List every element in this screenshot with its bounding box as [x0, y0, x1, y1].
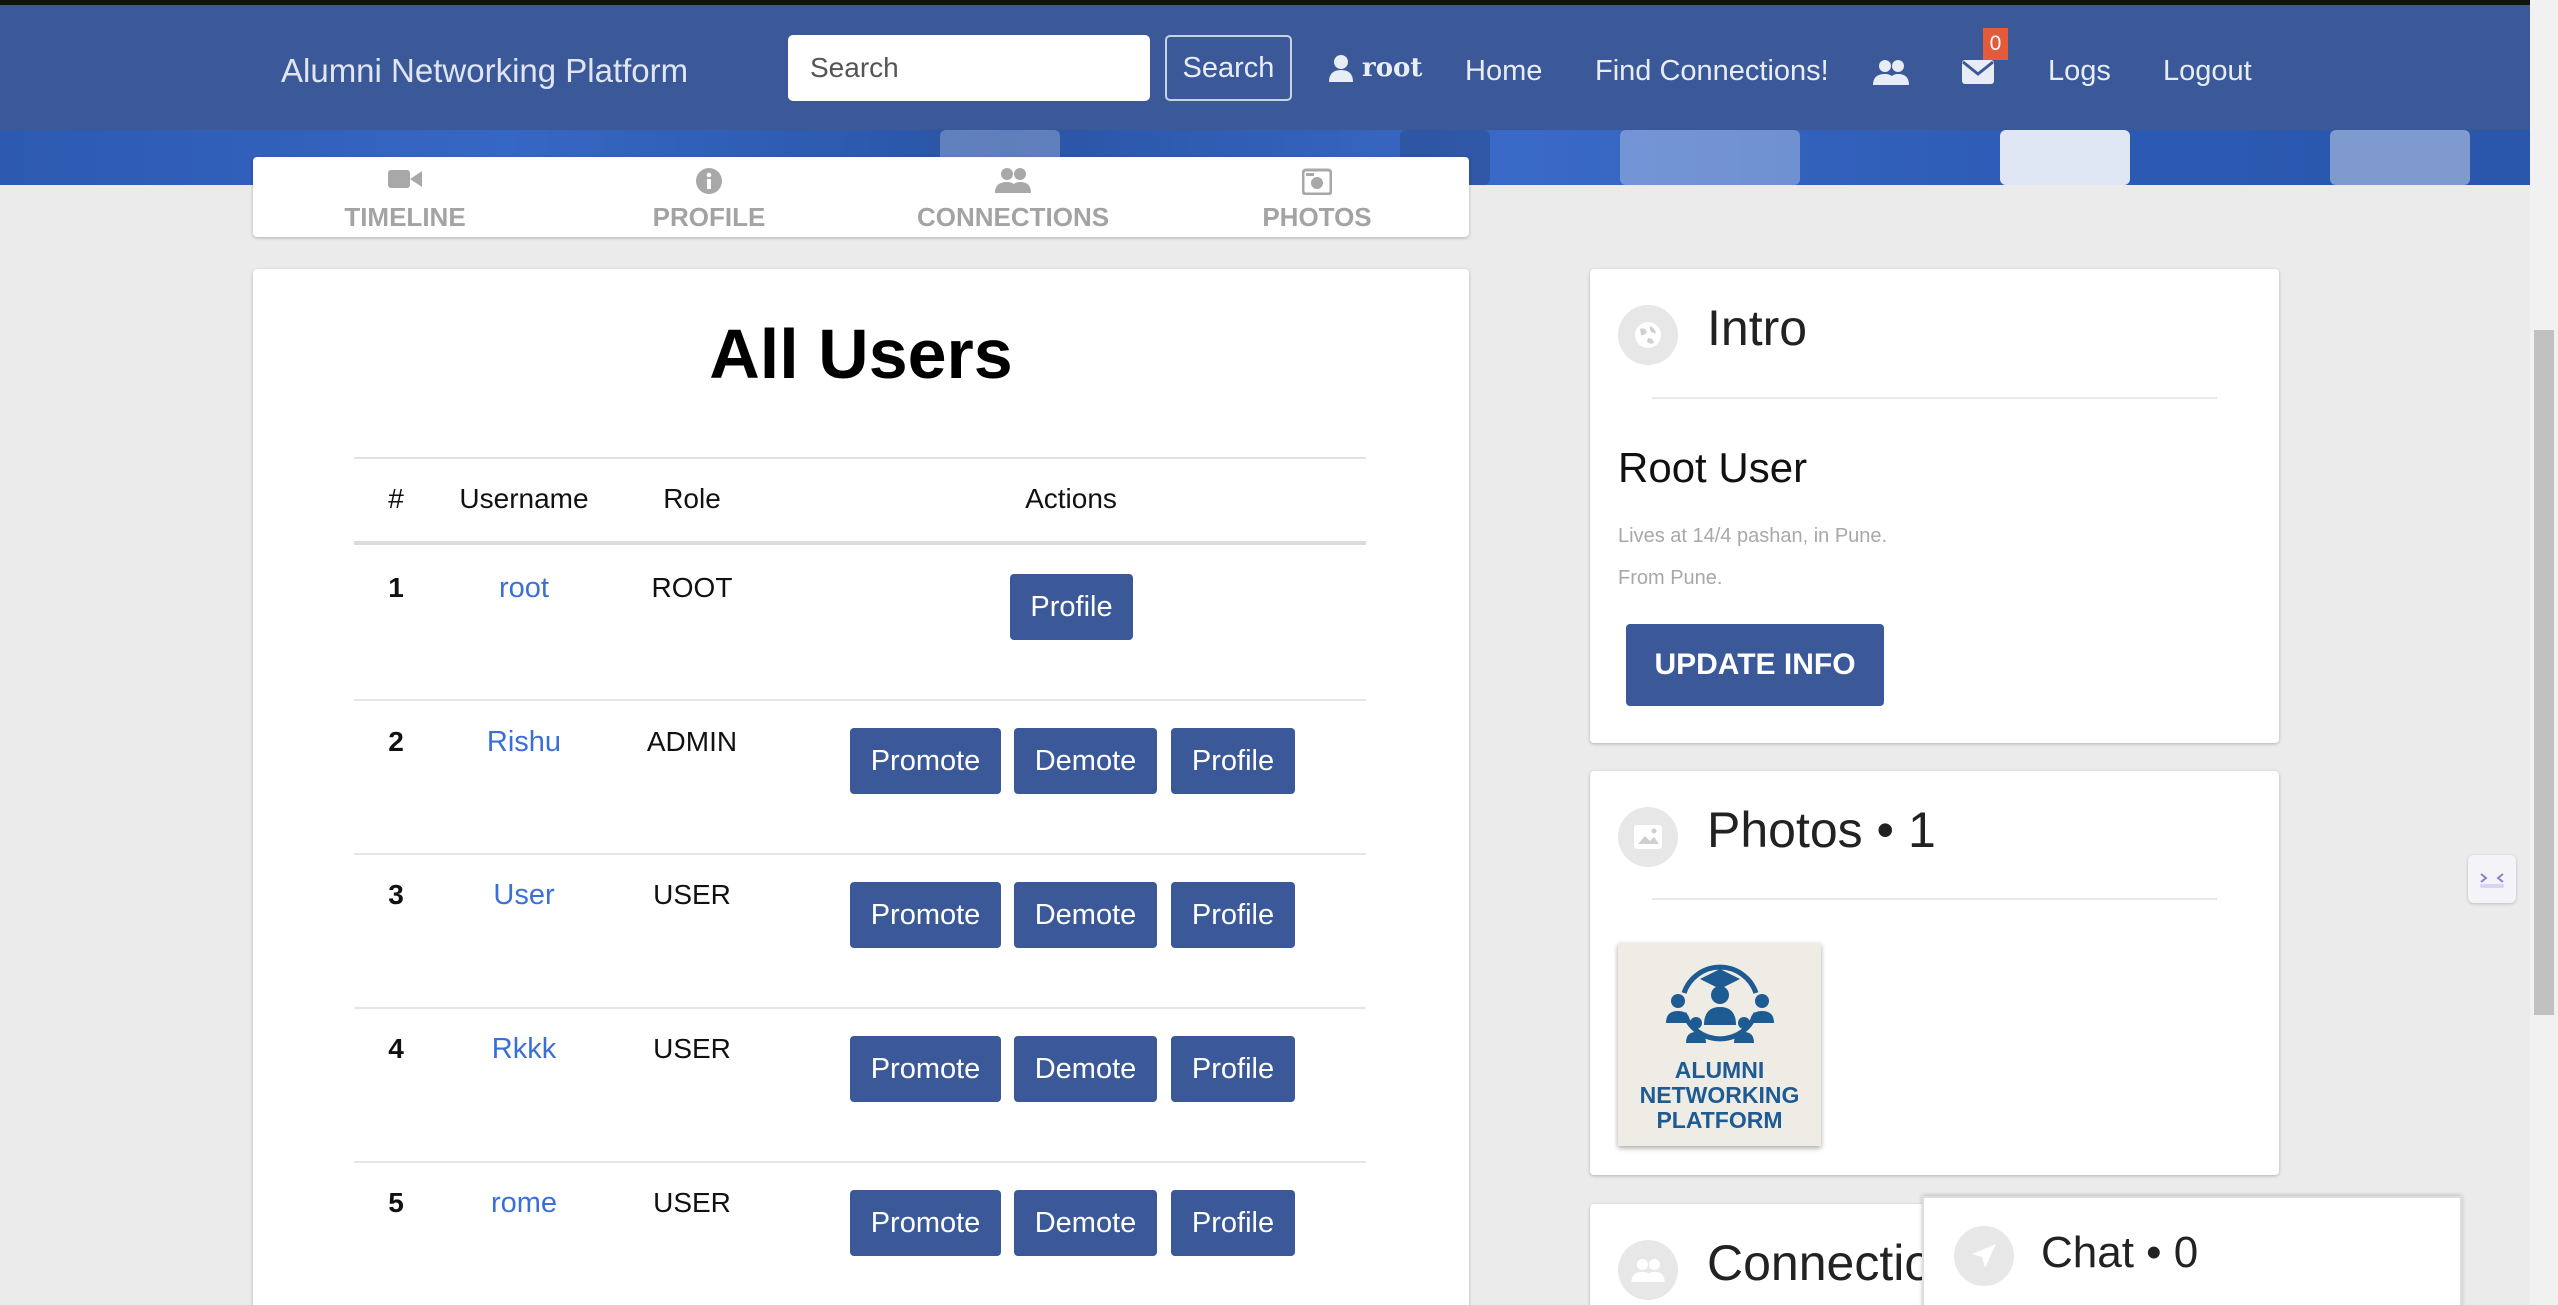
row-number: 3 [388, 879, 404, 910]
intro-title: Intro [1707, 300, 1808, 356]
promote-button[interactable]: Promote [850, 882, 1001, 948]
nav-home[interactable]: Home [1465, 55, 1542, 88]
role-value: USER [653, 1033, 731, 1064]
username-link[interactable]: rome [491, 1187, 557, 1220]
profile-tabs: TIMELINE PROFILE CONNECTIONS PHOTOS [253, 157, 1469, 237]
tab-photos[interactable]: PHOTOS [1165, 157, 1469, 237]
username-link[interactable]: Rkkk [492, 1033, 556, 1066]
notification-badge: 0 [1983, 28, 2008, 60]
role-value: USER [653, 1187, 731, 1218]
profile-button[interactable]: Profile [1010, 574, 1133, 640]
table-top-border [354, 457, 1366, 459]
photos-card: Photos • 1 ALUMNI NETWORKING PLATFORM [1590, 771, 2279, 1175]
column-header-actions: Actions [1025, 483, 1117, 514]
column-header-role: Role [663, 483, 721, 514]
scrollbar-thumb[interactable] [2534, 330, 2554, 1015]
row-divider [354, 853, 1366, 855]
globe-icon [1618, 305, 1678, 365]
nav-logout[interactable]: Logout [2163, 55, 2252, 88]
image-icon [1618, 807, 1678, 867]
intro-card: Intro Root User Lives at 14/4 pashan, in… [1590, 269, 2279, 743]
video-camera-icon [388, 167, 422, 198]
intro-divider [1652, 397, 2217, 399]
username-link[interactable]: User [493, 879, 554, 912]
envelope-icon [1962, 60, 1994, 84]
promote-button[interactable]: Promote [850, 1190, 1001, 1256]
row-number: 4 [388, 1033, 404, 1064]
paper-plane-icon [1954, 1226, 2014, 1286]
tab-timeline[interactable]: TIMELINE [253, 157, 557, 237]
chat-title: Chat • 0 [2041, 1228, 2199, 1277]
connections-nav-icon[interactable] [1873, 58, 1909, 91]
username-link[interactable]: Rishu [487, 726, 561, 759]
profile-button[interactable]: Profile [1171, 882, 1295, 948]
column-header-number: # [388, 483, 404, 514]
role-value: ROOT [651, 572, 733, 603]
profile-button[interactable]: Profile [1171, 1190, 1295, 1256]
tab-label: PROFILE [652, 202, 766, 232]
photo-thumbnail[interactable]: ALUMNI NETWORKING PLATFORM [1618, 943, 1821, 1146]
from-text: From Pune. [1618, 567, 1723, 589]
tab-label: PHOTOS [1262, 202, 1372, 232]
lives-at-text: Lives at 14/4 pashan, in Pune. [1618, 525, 1888, 547]
photos-divider [1652, 898, 2217, 900]
logo-line: ALUMNI [1674, 1057, 1765, 1083]
logo-line: NETWORKING [1639, 1082, 1800, 1108]
profile-button[interactable]: Profile [1171, 1036, 1295, 1102]
page-title: All Users [709, 315, 1013, 393]
nav-user-profile[interactable]: root [1328, 53, 1422, 83]
users-icon [995, 167, 1031, 200]
table-header-divider [354, 541, 1366, 545]
nav-username: root [1362, 53, 1423, 83]
brand-title[interactable]: Alumni Networking Platform [281, 52, 688, 90]
chat-widget[interactable]: Chat • 0 [1922, 1196, 2462, 1305]
logo-line: PLATFORM [1656, 1107, 1783, 1133]
row-number: 1 [388, 572, 404, 603]
tab-label: CONNECTIONS [916, 202, 1110, 232]
promote-button[interactable]: Promote [850, 1036, 1001, 1102]
demote-button[interactable]: Demote [1014, 1036, 1157, 1102]
search-input[interactable] [788, 35, 1150, 101]
users-icon [1618, 1240, 1678, 1300]
search-button[interactable]: Search [1165, 35, 1292, 101]
users-icon [1873, 60, 1909, 85]
profile-full-name: Root User [1618, 444, 1808, 491]
update-info-button[interactable]: UPDATE INFO [1626, 624, 1884, 706]
code-icon [2480, 873, 2504, 888]
photos-title: Photos • 1 [1707, 802, 1936, 858]
demote-button[interactable]: Demote [1014, 882, 1157, 948]
username-link[interactable]: root [499, 572, 549, 605]
alumni-logo-icon [1666, 964, 1774, 1043]
row-divider [354, 699, 1366, 701]
row-divider [354, 1007, 1366, 1009]
camera-icon [1301, 167, 1333, 202]
nav-find-connections[interactable]: Find Connections! [1595, 55, 1829, 88]
row-number: 5 [388, 1187, 404, 1218]
nav-logs[interactable]: Logs [2048, 55, 2111, 88]
tab-profile[interactable]: PROFILE [557, 157, 861, 237]
user-icon [1329, 55, 1353, 82]
role-value: ADMIN [646, 726, 738, 757]
demote-button[interactable]: Demote [1014, 728, 1157, 794]
extension-widget[interactable] [2468, 855, 2516, 903]
messages-nav-icon[interactable] [1962, 60, 1994, 89]
demote-button[interactable]: Demote [1014, 1190, 1157, 1256]
row-number: 2 [388, 726, 404, 757]
row-divider [354, 1161, 1366, 1163]
navbar: Alumni Networking Platform Search root H… [0, 5, 2530, 130]
all-users-card: All Users # Username Role Actions 1 root… [253, 269, 1469, 1305]
column-header-username: Username [459, 483, 589, 514]
profile-button[interactable]: Profile [1171, 728, 1295, 794]
tab-label: TIMELINE [344, 202, 466, 232]
info-circle-icon [695, 167, 723, 202]
tab-connections[interactable]: CONNECTIONS [861, 157, 1165, 237]
role-value: USER [653, 879, 731, 910]
promote-button[interactable]: Promote [850, 728, 1001, 794]
logo-text: ALUMNI NETWORKING PLATFORM [1618, 1058, 1821, 1133]
